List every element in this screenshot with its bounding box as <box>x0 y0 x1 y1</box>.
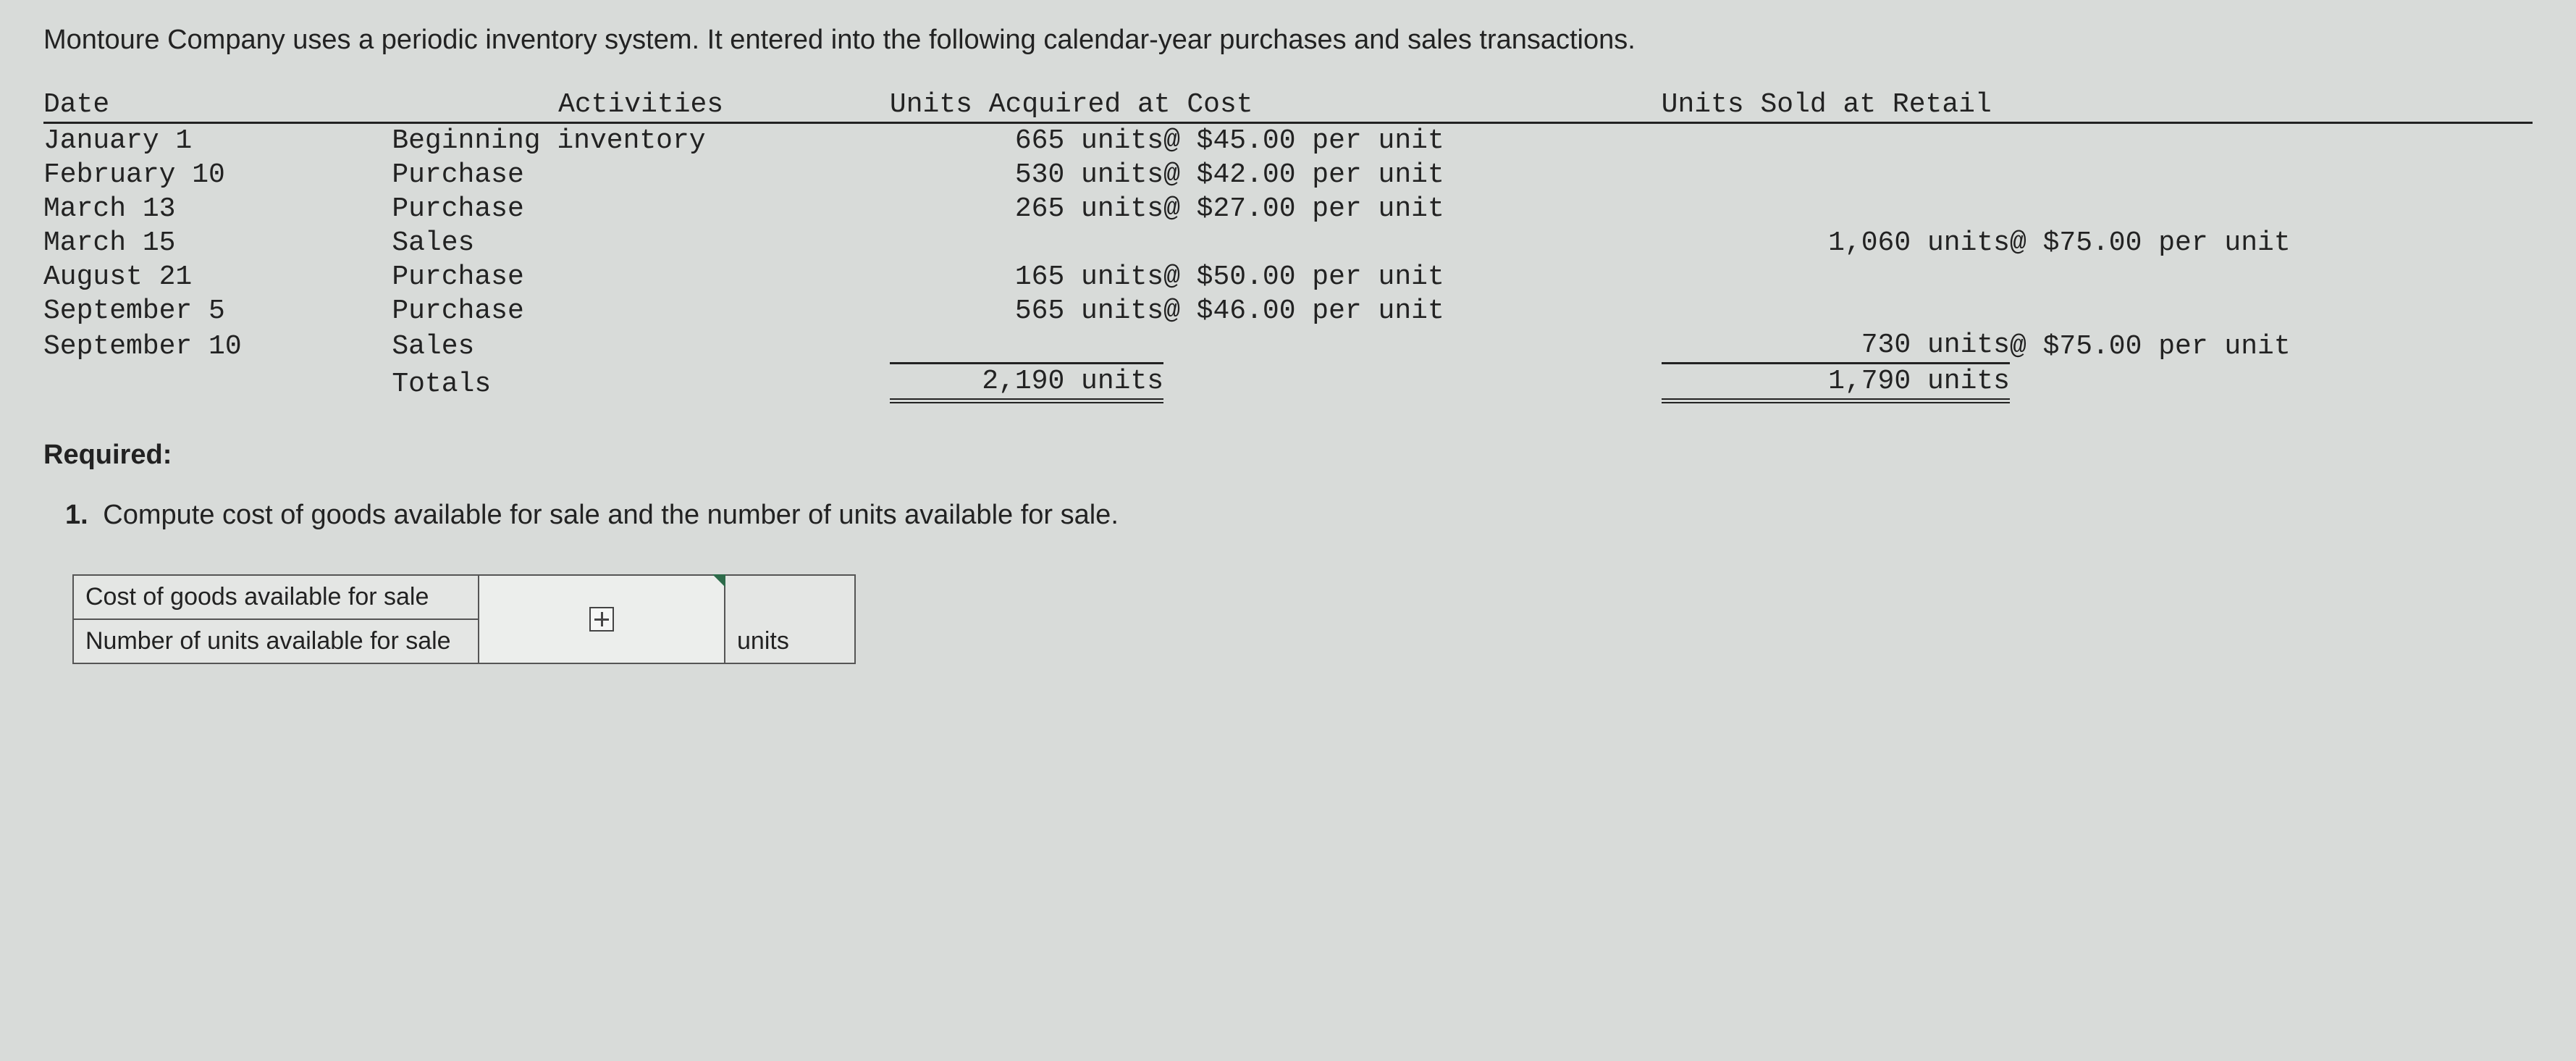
row-activity: Sales <box>392 226 890 260</box>
row-activity: Purchase <box>392 158 890 192</box>
row-sold-units <box>1662 123 2010 159</box>
header-date: Date <box>43 88 392 123</box>
row-sold-units: 730 units <box>1662 328 2010 364</box>
totals-acq-units: 2,190 units <box>890 364 1163 401</box>
transactions-table: Date Activities Units Acquired at Cost U… <box>43 88 2533 403</box>
row-sold-units <box>1662 260 2010 294</box>
row-date: March 13 <box>43 192 392 226</box>
row-date: January 1 <box>43 123 392 159</box>
row-acq-price: @ $46.00 per unit <box>1163 294 1662 328</box>
row-sold-price <box>2010 192 2533 226</box>
plus-icon[interactable] <box>589 607 614 632</box>
cogas-suffix <box>725 575 855 619</box>
row-acq-price <box>1163 328 1662 364</box>
answer-grid: Cost of goods available for sale Number … <box>72 574 856 664</box>
row-sold-units <box>1662 158 2010 192</box>
header-sold: Units Sold at Retail <box>1662 88 2533 123</box>
row-acq-price <box>1163 226 1662 260</box>
row-activity: Sales <box>392 328 890 364</box>
intro-text: Montoure Company uses a periodic invento… <box>43 22 2533 59</box>
header-activities: Activities <box>392 88 890 123</box>
totals-blank <box>2010 364 2533 401</box>
row-sold-price: @ $75.00 per unit <box>2010 328 2533 364</box>
question-number: 1. <box>65 500 88 530</box>
row-activity: Purchase <box>392 294 890 328</box>
totals-label: Totals <box>392 364 890 401</box>
row-acq-units: 265 units <box>890 192 1163 226</box>
row-date: August 21 <box>43 260 392 294</box>
row-acq-price: @ $45.00 per unit <box>1163 123 1662 159</box>
row-acq-price: @ $27.00 per unit <box>1163 192 1662 226</box>
row-date: September 10 <box>43 328 392 364</box>
row-date: February 10 <box>43 158 392 192</box>
row-acq-units: 530 units <box>890 158 1163 192</box>
totals-blank <box>1163 364 1662 401</box>
row-activity: Purchase <box>392 260 890 294</box>
row-date: March 15 <box>43 226 392 260</box>
expand-corner-icon[interactable] <box>712 574 725 587</box>
question-1: 1. Compute cost of goods available for s… <box>65 500 2533 531</box>
row-sold-price <box>2010 260 2533 294</box>
row-acq-units <box>890 328 1163 364</box>
row-activity: Purchase <box>392 192 890 226</box>
totals-blank <box>43 364 392 401</box>
row-acq-price: @ $42.00 per unit <box>1163 158 1662 192</box>
units-suffix: units <box>725 619 855 663</box>
row-sold-price <box>2010 123 2533 159</box>
row-acq-units: 565 units <box>890 294 1163 328</box>
row-sold-price <box>2010 294 2533 328</box>
header-acquired: Units Acquired at Cost <box>890 88 1662 123</box>
question-text: Compute cost of goods available for sale… <box>103 500 1119 530</box>
label-units: Number of units available for sale <box>73 619 479 663</box>
required-heading: Required: <box>43 440 2533 471</box>
row-activity: Beginning inventory <box>392 123 890 159</box>
row-acq-units <box>890 226 1163 260</box>
row-sold-units <box>1662 192 2010 226</box>
totals-sold-units: 1,790 units <box>1662 364 2010 401</box>
row-acq-units: 665 units <box>890 123 1163 159</box>
label-cogas: Cost of goods available for sale <box>73 575 479 619</box>
row-acq-price: @ $50.00 per unit <box>1163 260 1662 294</box>
row-acq-units: 165 units <box>890 260 1163 294</box>
row-sold-price: @ $75.00 per unit <box>2010 226 2533 260</box>
row-sold-price <box>2010 158 2533 192</box>
cogas-input-cell[interactable] <box>479 575 725 663</box>
row-date: September 5 <box>43 294 392 328</box>
row-sold-units <box>1662 294 2010 328</box>
row-sold-units: 1,060 units <box>1662 226 2010 260</box>
